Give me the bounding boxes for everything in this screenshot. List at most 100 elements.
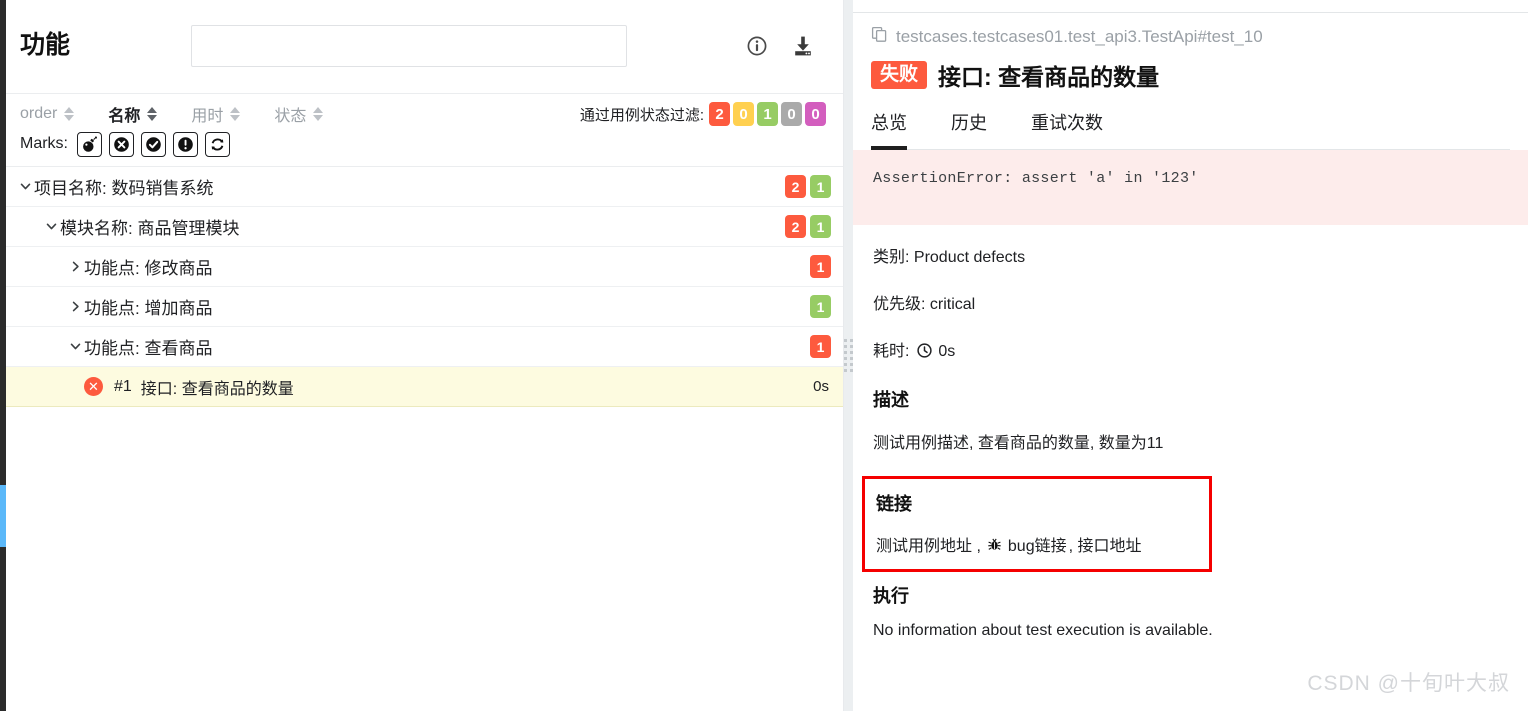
suites-toolbar: 功能 bbox=[6, 0, 843, 94]
suites-tree: 项目名称: 数码销售系统 2 1 模块名称: 商品管理模块 2 1 功能点: 修… bbox=[6, 167, 843, 711]
chevron-right-icon[interactable] bbox=[66, 260, 84, 273]
chevron-down-icon[interactable] bbox=[66, 340, 84, 353]
tree-row[interactable]: 功能点: 修改商品 1 bbox=[6, 247, 843, 287]
check-circle-icon[interactable] bbox=[141, 131, 166, 157]
sort-status[interactable]: 状态 bbox=[274, 102, 324, 126]
badge-failed: 2 bbox=[785, 175, 806, 198]
x-circle-icon[interactable] bbox=[109, 131, 134, 157]
sort-order-label: order bbox=[20, 105, 58, 122]
chevron-right-icon[interactable] bbox=[66, 300, 84, 313]
tree-row-label: 项目名称: 数码销售系统 bbox=[34, 179, 214, 198]
tree-row[interactable]: 功能点: 增加商品 1 bbox=[6, 287, 843, 327]
sort-name[interactable]: 名称 bbox=[108, 102, 158, 126]
status-filter-unknown[interactable]: 0 bbox=[805, 102, 826, 126]
sort-row: order 名称 用时 状态 通过用例状态过滤: 2 0 1 0 0 bbox=[20, 100, 829, 128]
link-bug[interactable]: bug链接 bbox=[1008, 532, 1067, 556]
tree-row-label: 模块名称: 商品管理模块 bbox=[60, 219, 240, 238]
test-case-name: 接口: 查看商品的数量 bbox=[140, 380, 294, 398]
links-heading: 链接 bbox=[876, 494, 912, 514]
execution-heading: 执行 bbox=[873, 586, 909, 606]
tree-row-badges: 1 bbox=[810, 295, 843, 318]
suites-filters: order 名称 用时 状态 通过用例状态过滤: 2 0 1 0 0 Marks… bbox=[6, 94, 843, 167]
left-rail bbox=[0, 0, 6, 711]
status-badge: 失败 bbox=[871, 61, 928, 89]
badge-passed: 1 bbox=[810, 215, 831, 238]
status-filter-label: 通过用例状态过滤: bbox=[579, 106, 704, 124]
marks-label: Marks: bbox=[20, 135, 68, 152]
field-duration: 耗时: 0s bbox=[873, 337, 1508, 363]
badge-passed: 1 bbox=[810, 295, 831, 318]
badge-failed: 1 bbox=[810, 255, 831, 278]
badge-failed: 2 bbox=[785, 215, 806, 238]
page-title: 功能 bbox=[20, 31, 71, 60]
chevron-down-icon[interactable] bbox=[16, 180, 34, 193]
status-filter-failed[interactable]: 2 bbox=[709, 102, 730, 126]
search-input[interactable] bbox=[190, 24, 627, 67]
test-case-detail-pane: testcases.testcases01.test_api3.TestApi#… bbox=[853, 0, 1528, 711]
allure-report-app: 功能 order 名称 用时 状态 通过用例状态过滤: 2 0 1 0 0 Ma… bbox=[0, 0, 1528, 711]
field-category: 类别: Product defects bbox=[873, 249, 1026, 266]
detail-body: AssertionError: assert 'a' in '123' 类别: … bbox=[853, 150, 1528, 711]
sort-arrows-icon bbox=[230, 107, 241, 121]
status-filter-broken[interactable]: 0 bbox=[733, 102, 754, 126]
splitter-grip-icon bbox=[844, 339, 853, 372]
sort-duration[interactable]: 用时 bbox=[191, 102, 241, 126]
test-case-duration: 0s bbox=[813, 378, 829, 395]
detail-content: 类别: Product defects 优先级: critical 耗时: 0s… bbox=[853, 225, 1528, 640]
link-testcase-address[interactable]: 测试用例地址 , bbox=[876, 532, 981, 556]
detail-tabs: 总览 历史 重试次数 bbox=[871, 104, 1510, 150]
link-api-address[interactable]: , 接口地址 bbox=[1069, 532, 1142, 556]
field-duration-label: 耗时: bbox=[873, 343, 910, 360]
toolbar-icons bbox=[745, 33, 829, 59]
sort-order[interactable]: order bbox=[20, 105, 75, 123]
test-case-row[interactable]: ✕ #1 接口: 查看商品的数量 0s bbox=[6, 367, 843, 407]
tree-row[interactable]: 模块名称: 商品管理模块 2 1 bbox=[6, 207, 843, 247]
watermark: CSDN @十旬叶大叔 bbox=[1307, 672, 1510, 695]
sort-status-label: 状态 bbox=[274, 108, 307, 125]
tab-overview[interactable]: 总览 bbox=[871, 104, 907, 150]
tree-row-badges: 1 bbox=[810, 335, 843, 358]
info-icon[interactable] bbox=[745, 33, 769, 59]
marks-row: Marks: bbox=[20, 130, 829, 158]
links-line: 测试用例地址 , bug链接 , 接口地址 bbox=[876, 532, 1198, 556]
sort-arrows-icon bbox=[313, 107, 324, 121]
sort-name-label: 名称 bbox=[108, 108, 141, 125]
tree-row-label: 功能点: 查看商品 bbox=[84, 339, 213, 358]
tree-row[interactable]: 功能点: 查看商品 1 bbox=[6, 327, 843, 367]
clock-icon bbox=[917, 343, 932, 363]
detail-title: 接口: 查看商品的数量 bbox=[938, 64, 1160, 90]
status-filter: 通过用例状态过滤: 2 0 1 0 0 bbox=[580, 102, 829, 126]
suites-pane: 功能 order 名称 用时 状态 通过用例状态过滤: 2 0 1 0 0 Ma… bbox=[6, 0, 844, 711]
sort-duration-label: 用时 bbox=[191, 108, 224, 125]
tree-row-badges: 1 bbox=[810, 255, 843, 278]
search-wrap bbox=[72, 24, 745, 67]
tab-retries[interactable]: 重试次数 bbox=[1031, 104, 1103, 150]
detail-top-strip bbox=[853, 0, 1528, 13]
tree-row[interactable]: 项目名称: 数码销售系统 2 1 bbox=[6, 167, 843, 207]
pane-splitter[interactable] bbox=[844, 0, 853, 711]
copy-icon[interactable] bbox=[871, 26, 888, 48]
bug-icon bbox=[987, 537, 1002, 552]
tree-row-label: 功能点: 修改商品 bbox=[84, 259, 213, 278]
field-severity: 优先级: critical bbox=[873, 296, 976, 313]
description-text: 测试用例描述, 查看商品的数量, 数量为11 bbox=[873, 435, 1164, 452]
tab-history[interactable]: 历史 bbox=[951, 104, 987, 150]
detail-header: testcases.testcases01.test_api3.TestApi#… bbox=[853, 13, 1528, 150]
test-case-number: #1 bbox=[114, 377, 132, 395]
test-path: testcases.testcases01.test_api3.TestApi#… bbox=[871, 26, 1510, 48]
status-filter-skipped[interactable]: 0 bbox=[781, 102, 802, 126]
badge-failed: 1 bbox=[810, 335, 831, 358]
left-rail-scroll-thumb[interactable] bbox=[0, 485, 6, 547]
tree-row-badges: 2 1 bbox=[785, 175, 843, 198]
badge-passed: 1 bbox=[810, 175, 831, 198]
bomb-icon[interactable] bbox=[77, 131, 102, 157]
status-filter-passed[interactable]: 1 bbox=[757, 102, 778, 126]
detail-title-row: 失败 接口: 查看商品的数量 bbox=[871, 58, 1510, 92]
retry-icon[interactable] bbox=[205, 131, 230, 157]
error-message: AssertionError: assert 'a' in '123' bbox=[853, 150, 1528, 225]
chevron-down-icon[interactable] bbox=[42, 220, 60, 233]
exclamation-circle-icon[interactable] bbox=[173, 131, 198, 157]
sort-arrows-icon bbox=[64, 107, 75, 121]
download-icon[interactable] bbox=[791, 33, 815, 59]
test-path-text: testcases.testcases01.test_api3.TestApi#… bbox=[896, 27, 1263, 46]
